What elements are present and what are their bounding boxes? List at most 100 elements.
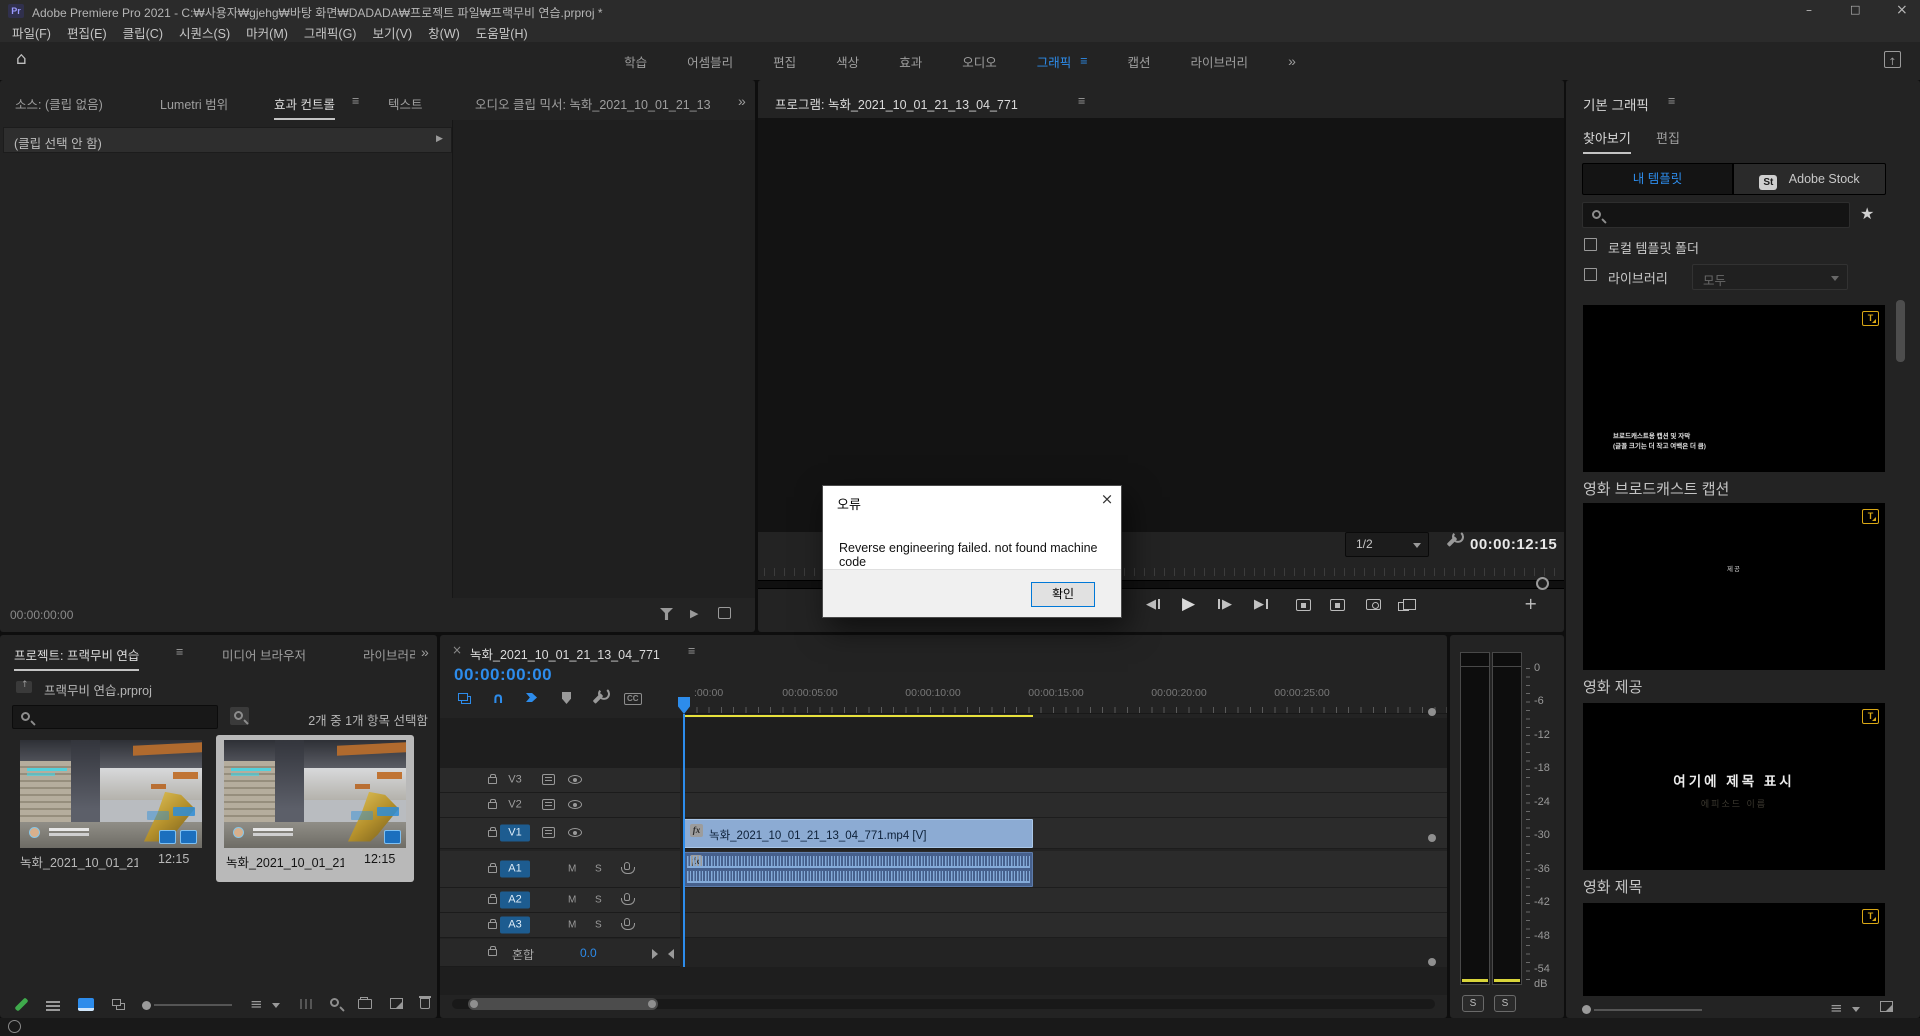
audio-clip[interactable]: fx [684, 852, 1033, 887]
panel-menu-icon[interactable]: ≡ [176, 645, 183, 659]
menu-edit[interactable]: 편집(E) [67, 23, 107, 42]
project-item[interactable]: 녹화_2021_10_01_21... 12:15 [15, 735, 211, 882]
vscroll-mid-knob[interactable] [1428, 834, 1436, 842]
sort-icon[interactable]: ≡ [1830, 999, 1843, 1017]
linked-selection-icon[interactable] [526, 693, 537, 702]
track-header-mix[interactable]: 혼합 0.0 [440, 939, 680, 967]
go-to-next-edit-button[interactable]: ▶ [1254, 597, 1268, 612]
my-templates-button[interactable]: 내 템플릿 [1582, 163, 1733, 195]
template-card-credits[interactable]: T 제공 [1583, 503, 1885, 670]
new-bin-icon[interactable] [358, 997, 372, 1009]
track-header-v2[interactable]: V2 [440, 793, 680, 818]
menu-help[interactable]: 도움말(H) [476, 23, 528, 42]
find-icon[interactable] [330, 998, 339, 1007]
template-search-input[interactable] [1582, 202, 1850, 228]
list-view-icon[interactable] [46, 1001, 60, 1003]
track-lane-a3[interactable] [684, 913, 1447, 938]
tab-source-monitor[interactable]: 소스: (클립 없음) [15, 94, 103, 113]
workspace-tab-color[interactable]: 색상 [836, 52, 859, 71]
workspace-tab-editing[interactable]: 편집 [773, 52, 796, 71]
voiceover-record-icon[interactable] [621, 893, 635, 905]
mute-button[interactable]: M [568, 864, 576, 875]
track-label-a1[interactable]: A1 [500, 860, 530, 878]
sort-chevron-icon[interactable] [272, 1003, 280, 1012]
lock-icon[interactable] [488, 946, 497, 956]
tab-project[interactable]: 프로젝트: 프랙무비 연습 [14, 645, 140, 671]
template-card-partial[interactable]: T [1583, 903, 1885, 996]
clip-thumbnail[interactable] [224, 740, 406, 848]
project-breadcrumb[interactable]: 프랙무비 연습.prproj [44, 680, 152, 699]
track-header-a2[interactable]: A2 M S [440, 888, 680, 913]
workspace-overflow-icon[interactable]: » [1288, 53, 1296, 69]
menu-window[interactable]: 창(W) [428, 23, 460, 42]
track-lane-v2[interactable] [684, 793, 1447, 818]
folder-up-icon[interactable]: ↑ [16, 680, 32, 693]
template-label[interactable]: 영화 제목 [1583, 876, 1642, 897]
nest-toggle-icon[interactable] [458, 693, 468, 701]
toggle-track-output-icon[interactable] [568, 828, 582, 837]
favorites-star-icon[interactable]: ★ [1860, 204, 1874, 223]
video-clip[interactable]: fx 녹화_2021_10_01_21_13_04_771.mp4 [V] [684, 819, 1033, 848]
new-item-icon[interactable] [1880, 1001, 1893, 1012]
step-back-button[interactable]: ◀ [1146, 597, 1160, 612]
track-lane-v3[interactable] [684, 768, 1447, 793]
thumbnail-size-track[interactable] [1594, 1009, 1702, 1011]
filter-icon[interactable] [660, 608, 673, 620]
panel-menu-icon[interactable]: ≡ [1078, 94, 1085, 108]
menu-graphics[interactable]: 그래픽(G) [304, 23, 357, 42]
search-input[interactable] [12, 705, 218, 729]
share-icon[interactable]: ↑ [1884, 51, 1901, 68]
zoom-slider-track[interactable] [154, 1004, 232, 1006]
clip-name[interactable]: 녹화_2021_10_01_21... [226, 852, 344, 871]
lock-icon[interactable] [488, 799, 497, 809]
mute-button[interactable]: M [568, 895, 576, 906]
keyframe-toggle-icon[interactable] [652, 949, 663, 959]
toggle-track-output-icon[interactable] [568, 775, 582, 784]
captions-icon[interactable]: CC [624, 693, 642, 705]
workspace-tab-audio[interactable]: 오디오 [962, 52, 997, 71]
adobe-stock-button[interactable]: St Adobe Stock [1733, 163, 1886, 195]
lift-button[interactable] [1296, 599, 1311, 611]
workspace-menu-icon[interactable]: ≡ [1080, 54, 1087, 68]
panel-scrollbar-thumb[interactable] [1896, 300, 1905, 362]
sort-icon[interactable]: ≡ [250, 995, 263, 1013]
hscroll-thumb[interactable] [468, 998, 658, 1010]
sequence-tab[interactable]: 녹화_2021_10_01_21_13_04_771 [470, 644, 660, 663]
template-label[interactable]: 영화 제공 [1583, 676, 1642, 697]
vscroll-top-knob[interactable] [1428, 708, 1436, 716]
minimize-button[interactable]: – [1806, 3, 1812, 17]
export-frame-icon[interactable] [718, 607, 731, 619]
tab-lumetri-scopes[interactable]: Lumetri 범위 [160, 94, 228, 113]
thumbnail-size-knob[interactable] [1582, 1005, 1591, 1014]
track-lane-a2[interactable] [684, 888, 1447, 913]
template-label[interactable]: 영화 브로드캐스트 캡션 [1583, 478, 1729, 499]
project-writable-icon[interactable] [14, 997, 29, 1012]
settings-wrench-icon[interactable] [1446, 536, 1458, 547]
track-label-a2[interactable]: A2 [500, 891, 530, 909]
libraries-checkbox[interactable] [1584, 268, 1597, 281]
new-item-icon[interactable] [390, 998, 403, 1009]
freeform-view-icon[interactable] [112, 999, 121, 1006]
lock-icon[interactable] [488, 774, 497, 784]
workspace-tab-learning[interactable]: 학습 [624, 52, 647, 71]
hscroll-left-knob[interactable] [470, 1000, 478, 1008]
icon-view-icon[interactable] [78, 998, 94, 1011]
program-monitor-title[interactable]: 프로그램: 녹화_2021_10_01_21_13_04_771 [775, 94, 1018, 113]
close-tab-icon[interactable]: × [452, 643, 462, 657]
hscroll-right-knob[interactable] [648, 1000, 656, 1008]
template-card-broadcast[interactable]: T 브로드캐스트용 캡션 및 자막 (글꼴 크기는 더 작고 여백은 더 큼) [1583, 305, 1885, 472]
workspace-tab-libraries[interactable]: 라이브러리 [1191, 52, 1249, 71]
solo-button[interactable]: S [595, 920, 602, 931]
step-forward-button[interactable]: ▶ [1218, 597, 1232, 612]
panel-overflow-icon[interactable]: » [421, 644, 429, 660]
expand-arrow-icon[interactable]: ▶ [436, 134, 443, 144]
project-item-selected[interactable]: 녹화_2021_10_01_21... 12:15 [216, 735, 414, 882]
lock-icon[interactable] [488, 827, 497, 837]
track-header-a1[interactable]: A1 M S [440, 851, 680, 888]
add-marker-icon[interactable] [562, 692, 571, 704]
tab-text[interactable]: 텍스트 [388, 94, 423, 113]
program-video-area[interactable] [758, 118, 1564, 532]
close-button[interactable]: × [1896, 2, 1908, 18]
vscroll-bottom-knob[interactable] [1428, 958, 1436, 966]
solo-button[interactable]: S [595, 864, 602, 875]
